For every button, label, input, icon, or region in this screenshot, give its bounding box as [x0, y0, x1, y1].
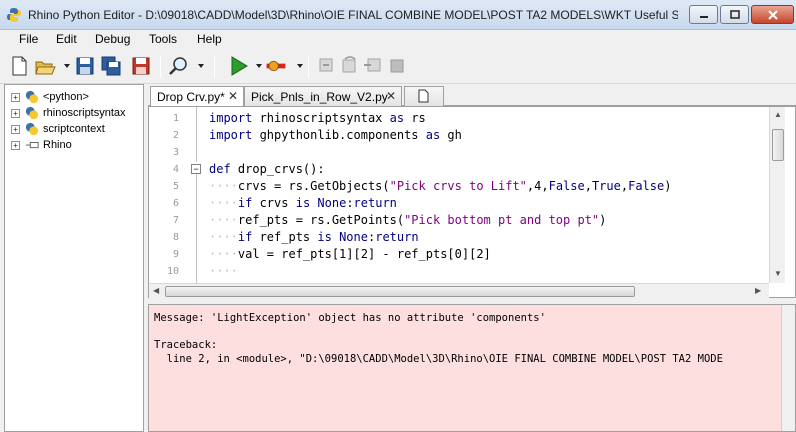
fold-margin: [196, 174, 197, 283]
line-number: 10: [166, 266, 179, 277]
maximize-button[interactable]: [720, 5, 749, 24]
namespace-icon: [25, 141, 39, 149]
tab-label: Pick_Pnls_in_Row_V2.py: [251, 90, 388, 104]
scroll-thumb[interactable]: [772, 129, 784, 161]
menu-help[interactable]: Help: [197, 32, 222, 46]
line-number-gutter: 1 2 3 4 5 6 7 8 9 10: [149, 107, 193, 283]
chevron-down-icon[interactable]: [64, 64, 70, 68]
toolbar-separator: [160, 56, 161, 78]
module-tree: + <python> + rhinoscriptsyntax + scriptc…: [4, 84, 144, 432]
line-number: 2: [172, 130, 179, 141]
maximize-icon: [729, 10, 740, 19]
record-icon[interactable]: [265, 55, 287, 77]
title-bar: Rhino Python Editor - D:\09018\CADD\Mode…: [0, 0, 796, 30]
tree-item-rhinoscriptsyntax[interactable]: + rhinoscriptsyntax: [11, 105, 126, 121]
scroll-up-icon[interactable]: ▲: [774, 110, 782, 119]
line-number: 7: [172, 215, 179, 226]
new-file-icon[interactable]: [8, 55, 30, 77]
traceback-line: line 2, in <module>, "D:\09018\CADD\Mode…: [154, 353, 723, 365]
line-number: 4: [172, 164, 179, 175]
open-folder-icon[interactable]: [34, 55, 56, 77]
python-logo-icon: [7, 8, 21, 22]
close-button[interactable]: [751, 5, 794, 24]
chevron-down-icon[interactable]: [198, 64, 204, 68]
chevron-down-icon[interactable]: [256, 64, 262, 68]
window-title: Rhino Python Editor - D:\09018\CADD\Mode…: [28, 8, 678, 22]
code-line: def drop_crvs():: [209, 162, 325, 176]
tree-item-rhino[interactable]: + Rhino: [11, 137, 72, 153]
search-icon[interactable]: [168, 55, 190, 77]
expand-icon[interactable]: +: [11, 124, 20, 134]
step-into-icon[interactable]: [316, 55, 338, 77]
output-pane[interactable]: Message: 'LightException' object has no …: [148, 304, 796, 432]
toolbar-separator: [214, 56, 215, 78]
tree-item-label: <python>: [43, 91, 89, 103]
tab-label: Drop Crv.py*: [157, 90, 225, 104]
expand-icon[interactable]: +: [11, 108, 20, 118]
close-icon: [767, 9, 778, 20]
traceback-header: Traceback:: [154, 339, 218, 351]
scroll-thumb[interactable]: [165, 286, 635, 297]
line-number: 9: [172, 249, 179, 260]
minimize-icon: [699, 15, 708, 18]
scroll-down-icon[interactable]: ▼: [774, 269, 782, 278]
tree-item-label: Rhino: [43, 139, 72, 151]
close-tab-icon[interactable]: ✕: [386, 89, 396, 103]
code-line: import rhinoscriptsyntax as rs: [209, 111, 426, 125]
expand-icon[interactable]: +: [11, 92, 20, 102]
save-as-icon[interactable]: [130, 55, 152, 77]
code-line: ····val = ref_pts[1][2] - ref_pts[0][2]: [209, 247, 491, 261]
line-number: 5: [172, 181, 179, 192]
new-file-icon: [418, 89, 429, 103]
tree-item-python[interactable]: + <python>: [11, 89, 89, 105]
code-line: ····crvs = rs.GetObjects("Pick crvs to L…: [209, 179, 672, 193]
tab-pick-pnls[interactable]: Pick_Pnls_in_Row_V2.py ✕: [244, 86, 402, 107]
line-number: 3: [172, 147, 179, 158]
line-number: 8: [172, 232, 179, 243]
code-line: ····ref_pts = rs.GetPoints("Pick bottom …: [209, 213, 607, 227]
tab-drop-crv[interactable]: Drop Crv.py* ✕: [150, 86, 244, 108]
editor-vertical-scrollbar[interactable]: ▲ ▼: [769, 107, 785, 283]
code-line: import ghpythonlib.components as gh: [209, 128, 462, 142]
scroll-right-icon[interactable]: ▶: [755, 286, 761, 295]
stop-icon[interactable]: [386, 55, 408, 77]
minimize-button[interactable]: [689, 5, 718, 24]
expand-icon[interactable]: +: [11, 140, 20, 150]
run-icon[interactable]: [228, 55, 250, 77]
python-logo-icon: [25, 106, 39, 120]
toolbar-separator: [308, 56, 309, 78]
menu-bar: File Edit Debug Tools Help: [0, 30, 796, 50]
tree-item-label: rhinoscriptsyntax: [43, 107, 126, 119]
toolbar: [0, 50, 796, 84]
python-logo-icon: [25, 122, 39, 136]
menu-edit[interactable]: Edit: [56, 32, 77, 46]
save-icon[interactable]: [74, 55, 96, 77]
chevron-down-icon[interactable]: [297, 64, 303, 68]
tree-item-label: scriptcontext: [43, 123, 105, 135]
code-line: ····if crvs is None:return: [209, 196, 397, 210]
tab-strip: Drop Crv.py* ✕ Pick_Pnls_in_Row_V2.py ✕: [148, 84, 796, 108]
menu-debug[interactable]: Debug: [95, 32, 130, 46]
close-tab-icon[interactable]: ✕: [228, 89, 238, 103]
code-editor[interactable]: 1 2 3 4 5 6 7 8 9 10 − import rhinoscrip…: [148, 106, 796, 298]
collapse-icon[interactable]: −: [191, 164, 201, 174]
line-number: 1: [172, 113, 179, 124]
code-line: ····if ref_pts is None:return: [209, 230, 419, 244]
save-all-icon[interactable]: [100, 55, 122, 77]
output-vertical-scrollbar[interactable]: [781, 305, 795, 431]
line-number: 6: [172, 198, 179, 209]
code-line: ····: [209, 264, 238, 278]
python-logo-icon: [25, 90, 39, 104]
menu-tools[interactable]: Tools: [149, 32, 177, 46]
editor-horizontal-scrollbar[interactable]: ◀ ▶: [149, 283, 769, 298]
step-over-icon[interactable]: [339, 55, 361, 77]
new-tab-button[interactable]: [404, 86, 444, 107]
scroll-left-icon[interactable]: ◀: [153, 286, 159, 295]
tree-item-scriptcontext[interactable]: + scriptcontext: [11, 121, 105, 137]
menu-file[interactable]: File: [19, 32, 38, 46]
error-message: Message: 'LightException' object has no …: [154, 312, 546, 324]
step-out-icon[interactable]: [362, 55, 384, 77]
fold-margin: [196, 107, 197, 162]
